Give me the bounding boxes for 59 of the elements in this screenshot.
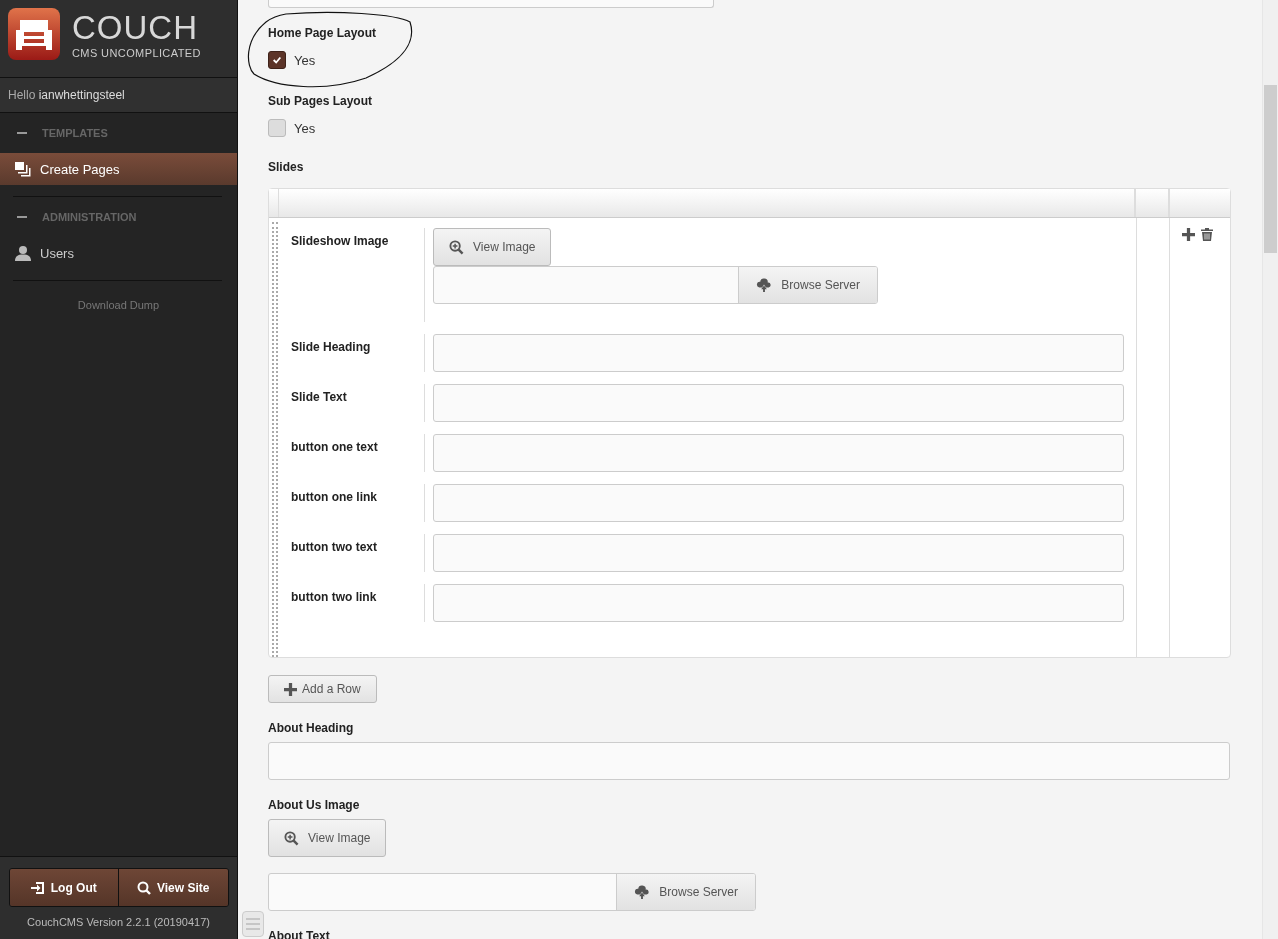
field-label: button one link [291,484,425,522]
logout-icon [30,880,45,895]
field-label: Slides [268,160,304,174]
scrollbar[interactable] [1262,0,1278,939]
input-field[interactable] [268,0,714,8]
pages-icon [15,161,31,177]
zoom-in-icon [284,830,299,846]
field-label: button two link [291,584,425,622]
input-field[interactable] [433,334,1124,372]
couch-logo-icon [8,8,60,60]
download-link[interactable]: Download Dump [0,299,237,311]
checkbox[interactable] [268,119,286,137]
checkbox-label: Yes [294,52,316,68]
upload-cloud-icon [634,884,651,900]
field-label: Sub Pages Layout [268,94,373,108]
nav-item[interactable]: Create Pages [0,153,237,185]
add-row-button[interactable]: Add a Row [268,675,377,703]
browse-server-button[interactable]: Browse Server [738,267,877,303]
menu-icon [246,918,260,930]
checkbox-label: Yes [294,120,316,136]
zoom-in-icon [449,239,464,255]
add-icon[interactable] [1182,228,1195,241]
field-label: button one text [291,434,425,472]
input-field[interactable] [433,384,1124,422]
user-icon [15,245,31,261]
section-title: TEMPLATES [42,127,108,139]
field-label: Slide Heading [291,334,425,372]
section-title: ADMINISTRATION [42,211,137,223]
field-label: button two text [291,534,425,572]
version-text: CouchCMS Version 2.2.1 (20190417) [27,916,210,928]
upload-cloud-icon [756,277,773,293]
input-field[interactable] [433,534,1124,572]
input-field[interactable] [433,484,1124,522]
view-image-button[interactable]: View Image [433,228,552,266]
field-label: About Us Image [268,798,360,812]
field-label: Slide Text [291,384,425,422]
sidebar-button[interactable]: View Site [118,869,228,906]
plus-icon [284,682,297,696]
logo-title: COUCH [72,11,199,45]
menu-toggle-button[interactable] [242,911,264,937]
search-icon [137,880,151,895]
check-icon [272,55,282,65]
input-field[interactable] [433,434,1124,472]
view-image-button[interactable]: View Image [268,819,387,857]
drag-handle[interactable] [272,222,278,657]
logo-subtitle: CMS UNCOMPLICATED [72,47,201,59]
image-path-field[interactable]: Browse Server [268,873,756,911]
browse-server-button[interactable]: Browse Server [616,874,755,910]
field-label: About Heading [268,721,354,735]
field-label: Home Page Layout [268,26,377,40]
greeting: Hello ianwhettingsteel [8,88,125,102]
checkbox[interactable] [268,51,286,69]
sidebar-button[interactable]: Log Out [9,869,118,906]
input-field[interactable] [433,584,1124,622]
field-label: Slideshow Image [291,228,425,322]
nav-item[interactable]: Users [0,237,237,269]
input-field[interactable] [268,742,1230,780]
trash-icon[interactable] [1201,228,1213,241]
image-path-field[interactable]: Browse Server [433,266,878,304]
